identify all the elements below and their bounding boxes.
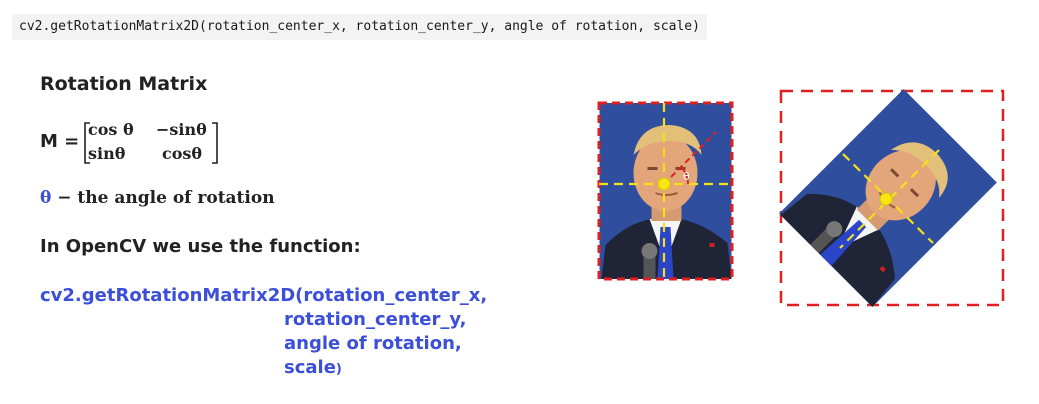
rotated-center-point-icon (879, 192, 893, 206)
angle-label: θ (683, 170, 690, 183)
center-point-icon (657, 177, 671, 191)
rotated-image (778, 88, 1005, 308)
rotation-figure: θ (597, 88, 1005, 308)
portrait-photo (599, 103, 732, 279)
original-image: θ (597, 101, 734, 281)
